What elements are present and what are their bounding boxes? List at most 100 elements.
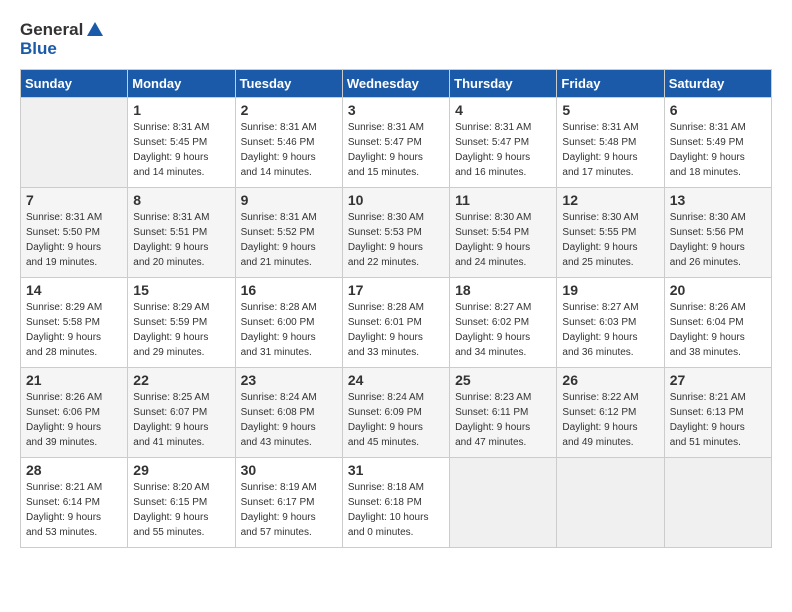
- day-header-saturday: Saturday: [664, 69, 771, 97]
- calendar-cell: 21 Sunrise: 8:26 AM Sunset: 6:06 PM Dayli…: [21, 367, 128, 457]
- day-number: 29: [133, 462, 229, 478]
- day-number: 23: [241, 372, 337, 388]
- calendar-cell: 1 Sunrise: 8:31 AM Sunset: 5:45 PM Daylig…: [128, 97, 235, 187]
- day-info: Sunrise: 8:31 AM Sunset: 5:52 PM Dayligh…: [241, 210, 337, 270]
- day-number: 2: [241, 102, 337, 118]
- calendar-cell: 31 Sunrise: 8:18 AM Sunset: 6:18 PM Dayli…: [342, 457, 449, 547]
- calendar-cell: 15 Sunrise: 8:29 AM Sunset: 5:59 PM Dayli…: [128, 277, 235, 367]
- day-info: Sunrise: 8:24 AM Sunset: 6:08 PM Dayligh…: [241, 390, 337, 450]
- calendar-body: 1 Sunrise: 8:31 AM Sunset: 5:45 PM Daylig…: [21, 97, 772, 547]
- day-info: Sunrise: 8:21 AM Sunset: 6:13 PM Dayligh…: [670, 390, 766, 450]
- day-number: 18: [455, 282, 551, 298]
- day-number: 27: [670, 372, 766, 388]
- day-info: Sunrise: 8:20 AM Sunset: 6:15 PM Dayligh…: [133, 480, 229, 540]
- day-number: 5: [562, 102, 658, 118]
- logo-blue-text: Blue: [20, 40, 57, 59]
- day-number: 11: [455, 192, 551, 208]
- calendar-cell: [450, 457, 557, 547]
- day-number: 31: [348, 462, 444, 478]
- day-info: Sunrise: 8:30 AM Sunset: 5:53 PM Dayligh…: [348, 210, 444, 270]
- calendar-week-4: 21 Sunrise: 8:26 AM Sunset: 6:06 PM Dayli…: [21, 367, 772, 457]
- day-number: 1: [133, 102, 229, 118]
- day-info: Sunrise: 8:30 AM Sunset: 5:54 PM Dayligh…: [455, 210, 551, 270]
- day-info: Sunrise: 8:28 AM Sunset: 6:01 PM Dayligh…: [348, 300, 444, 360]
- calendar-cell: 6 Sunrise: 8:31 AM Sunset: 5:49 PM Daylig…: [664, 97, 771, 187]
- calendar-cell: 23 Sunrise: 8:24 AM Sunset: 6:08 PM Dayli…: [235, 367, 342, 457]
- calendar-cell: 8Sunrise: 8:31 AM Sunset: 5:51 PM Daylig…: [128, 187, 235, 277]
- calendar-cell: [664, 457, 771, 547]
- day-info: Sunrise: 8:23 AM Sunset: 6:11 PM Dayligh…: [455, 390, 551, 450]
- calendar-cell: [21, 97, 128, 187]
- day-header-sunday: Sunday: [21, 69, 128, 97]
- day-number: 25: [455, 372, 551, 388]
- day-number: 10: [348, 192, 444, 208]
- day-number: 16: [241, 282, 337, 298]
- calendar-cell: 7Sunrise: 8:31 AM Sunset: 5:50 PM Daylig…: [21, 187, 128, 277]
- day-info: Sunrise: 8:31 AM Sunset: 5:47 PM Dayligh…: [348, 120, 444, 180]
- day-header-monday: Monday: [128, 69, 235, 97]
- calendar-cell: 9 Sunrise: 8:31 AM Sunset: 5:52 PM Daylig…: [235, 187, 342, 277]
- day-number: 12: [562, 192, 658, 208]
- calendar-cell: 2 Sunrise: 8:31 AM Sunset: 5:46 PM Daylig…: [235, 97, 342, 187]
- day-header-tuesday: Tuesday: [235, 69, 342, 97]
- day-number: 3: [348, 102, 444, 118]
- day-info: Sunrise: 8:26 AM Sunset: 6:06 PM Dayligh…: [26, 390, 122, 450]
- day-info: Sunrise: 8:31 AM Sunset: 5:49 PM Dayligh…: [670, 120, 766, 180]
- day-info: Sunrise: 8:27 AM Sunset: 6:03 PM Dayligh…: [562, 300, 658, 360]
- day-number: 6: [670, 102, 766, 118]
- day-number: 15: [133, 282, 229, 298]
- day-header-friday: Friday: [557, 69, 664, 97]
- day-info: Sunrise: 8:31 AM Sunset: 5:48 PM Dayligh…: [562, 120, 658, 180]
- day-info: Sunrise: 8:25 AM Sunset: 6:07 PM Dayligh…: [133, 390, 229, 450]
- day-info: Sunrise: 8:19 AM Sunset: 6:17 PM Dayligh…: [241, 480, 337, 540]
- day-number: 17: [348, 282, 444, 298]
- calendar-cell: 26Sunrise: 8:22 AM Sunset: 6:12 PM Dayli…: [557, 367, 664, 457]
- day-info: Sunrise: 8:18 AM Sunset: 6:18 PM Dayligh…: [348, 480, 444, 540]
- calendar-week-5: 28 Sunrise: 8:21 AM Sunset: 6:14 PM Dayli…: [21, 457, 772, 547]
- day-number: 19: [562, 282, 658, 298]
- calendar-cell: 25 Sunrise: 8:23 AM Sunset: 6:11 PM Dayli…: [450, 367, 557, 457]
- day-info: Sunrise: 8:29 AM Sunset: 5:59 PM Dayligh…: [133, 300, 229, 360]
- logo: GeneralBlue: [20, 20, 105, 59]
- calendar-cell: 17 Sunrise: 8:28 AM Sunset: 6:01 PM Dayli…: [342, 277, 449, 367]
- calendar-cell: 11 Sunrise: 8:30 AM Sunset: 5:54 PM Dayli…: [450, 187, 557, 277]
- day-info: Sunrise: 8:29 AM Sunset: 5:58 PM Dayligh…: [26, 300, 122, 360]
- calendar-cell: 24Sunrise: 8:24 AM Sunset: 6:09 PM Dayli…: [342, 367, 449, 457]
- day-info: Sunrise: 8:21 AM Sunset: 6:14 PM Dayligh…: [26, 480, 122, 540]
- day-info: Sunrise: 8:31 AM Sunset: 5:50 PM Dayligh…: [26, 210, 122, 270]
- calendar-cell: 12 Sunrise: 8:30 AM Sunset: 5:55 PM Dayli…: [557, 187, 664, 277]
- calendar-cell: [557, 457, 664, 547]
- day-header-thursday: Thursday: [450, 69, 557, 97]
- calendar-cell: 29 Sunrise: 8:20 AM Sunset: 6:15 PM Dayli…: [128, 457, 235, 547]
- day-number: 13: [670, 192, 766, 208]
- calendar-cell: 4Sunrise: 8:31 AM Sunset: 5:47 PM Daylig…: [450, 97, 557, 187]
- day-number: 22: [133, 372, 229, 388]
- day-info: Sunrise: 8:31 AM Sunset: 5:46 PM Dayligh…: [241, 120, 337, 180]
- calendar-cell: 16 Sunrise: 8:28 AM Sunset: 6:00 PM Dayli…: [235, 277, 342, 367]
- calendar-week-3: 14Sunrise: 8:29 AM Sunset: 5:58 PM Dayli…: [21, 277, 772, 367]
- calendar-cell: 22 Sunrise: 8:25 AM Sunset: 6:07 PM Dayli…: [128, 367, 235, 457]
- day-number: 4: [455, 102, 551, 118]
- calendar-header-row: SundayMondayTuesdayWednesdayThursdayFrid…: [21, 69, 772, 97]
- day-number: 28: [26, 462, 122, 478]
- calendar-cell: 30 Sunrise: 8:19 AM Sunset: 6:17 PM Dayli…: [235, 457, 342, 547]
- day-info: Sunrise: 8:30 AM Sunset: 5:55 PM Dayligh…: [562, 210, 658, 270]
- logo-general-text: General: [20, 21, 83, 40]
- day-header-wednesday: Wednesday: [342, 69, 449, 97]
- day-info: Sunrise: 8:31 AM Sunset: 5:45 PM Dayligh…: [133, 120, 229, 180]
- day-number: 21: [26, 372, 122, 388]
- day-info: Sunrise: 8:31 AM Sunset: 5:51 PM Dayligh…: [133, 210, 229, 270]
- header: GeneralBlue: [20, 20, 772, 59]
- day-number: 30: [241, 462, 337, 478]
- day-info: Sunrise: 8:22 AM Sunset: 6:12 PM Dayligh…: [562, 390, 658, 450]
- calendar-table: SundayMondayTuesdayWednesdayThursdayFrid…: [20, 69, 772, 548]
- day-number: 9: [241, 192, 337, 208]
- calendar-week-2: 7Sunrise: 8:31 AM Sunset: 5:50 PM Daylig…: [21, 187, 772, 277]
- calendar-cell: 28 Sunrise: 8:21 AM Sunset: 6:14 PM Dayli…: [21, 457, 128, 547]
- day-info: Sunrise: 8:28 AM Sunset: 6:00 PM Dayligh…: [241, 300, 337, 360]
- calendar-cell: 18Sunrise: 8:27 AM Sunset: 6:02 PM Dayli…: [450, 277, 557, 367]
- day-number: 20: [670, 282, 766, 298]
- calendar-cell: 3 Sunrise: 8:31 AM Sunset: 5:47 PM Daylig…: [342, 97, 449, 187]
- calendar-cell: 14Sunrise: 8:29 AM Sunset: 5:58 PM Dayli…: [21, 277, 128, 367]
- day-info: Sunrise: 8:30 AM Sunset: 5:56 PM Dayligh…: [670, 210, 766, 270]
